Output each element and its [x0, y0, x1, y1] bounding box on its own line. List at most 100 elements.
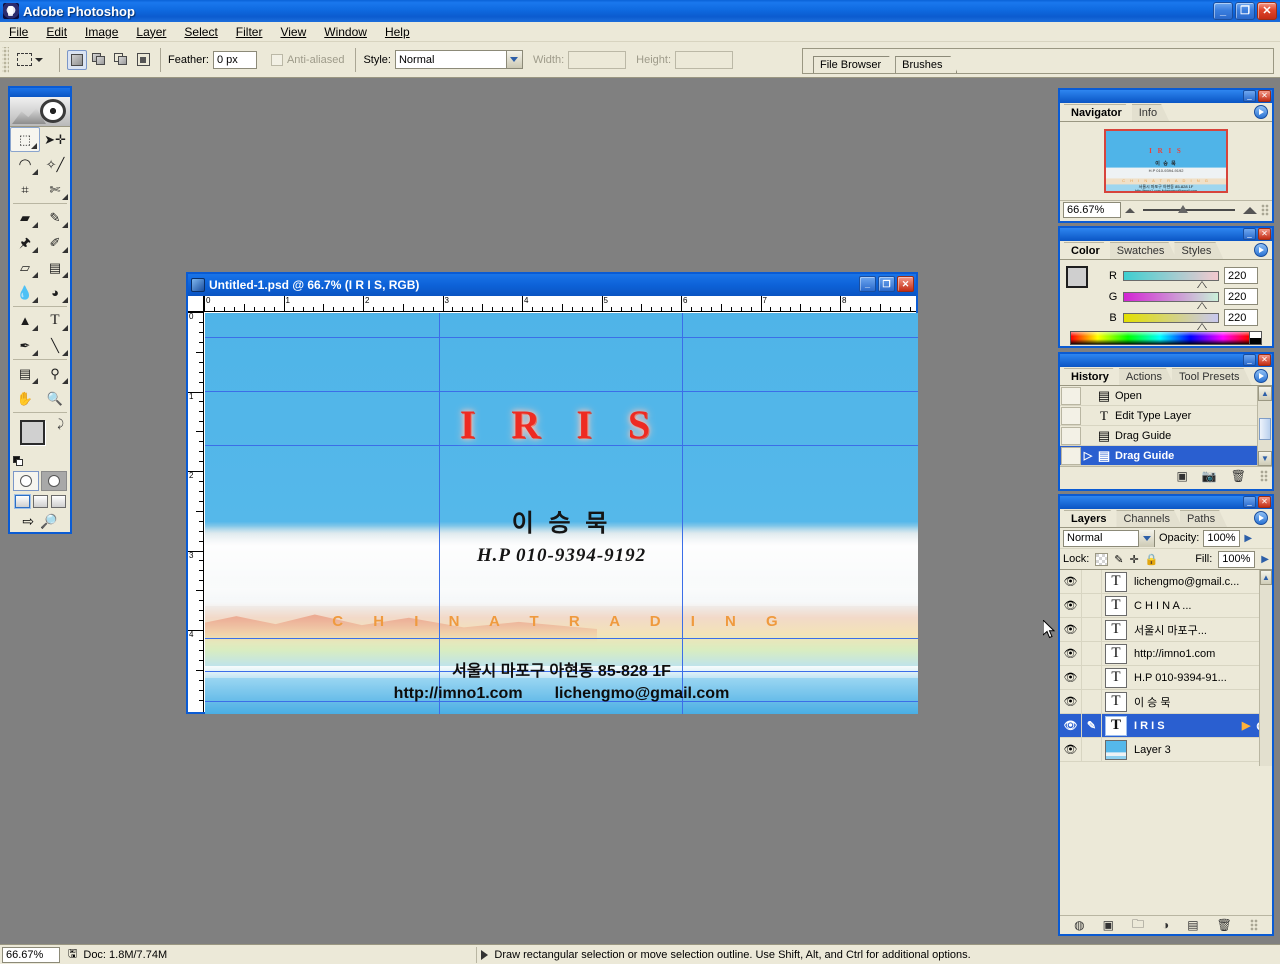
well-tab-brushes[interactable]: Brushes — [895, 56, 957, 73]
layer-link-toggle[interactable] — [1082, 618, 1102, 641]
menu-window[interactable]: Window — [315, 23, 376, 41]
lock-all-icon[interactable]: 🔒 — [1145, 553, 1159, 566]
tab-styles[interactable]: Styles — [1174, 242, 1223, 259]
slider-g[interactable] — [1123, 291, 1219, 309]
new-selection-button[interactable] — [67, 49, 87, 70]
zoom-out-icon[interactable] — [1125, 207, 1135, 213]
tool-clone-stamp[interactable]: 🖈 — [10, 230, 40, 255]
layer-row[interactable]: 👁 T lichengmo@gmail.c... — [1060, 570, 1272, 594]
tool-history-brush[interactable]: ✐ — [40, 230, 70, 255]
channel-value-b[interactable]: 220 — [1224, 309, 1258, 326]
layers-titlebar[interactable]: _ ✕ — [1060, 496, 1272, 509]
layer-link-toggle[interactable] — [1082, 666, 1102, 689]
layer-row-selected[interactable]: 👁 ✎ T I R I S ▶ ◍ — [1060, 714, 1272, 738]
opacity-flyout-icon[interactable]: ▶ — [1244, 533, 1252, 544]
history-menu-icon[interactable] — [1254, 369, 1268, 383]
new-group-icon[interactable]: 🗀 — [1132, 915, 1144, 936]
add-to-selection-button[interactable] — [89, 50, 109, 70]
tool-brush[interactable]: ✎ — [40, 205, 70, 230]
zoom-slider-knob[interactable] — [1177, 205, 1188, 213]
history-close-button[interactable]: ✕ — [1258, 354, 1271, 366]
layer-link-toggle[interactable] — [1082, 738, 1102, 761]
scroll-up-icon[interactable]: ▲ — [1258, 386, 1272, 401]
scroll-up-icon[interactable]: ▲ — [1260, 570, 1272, 585]
tool-crop[interactable]: ⌗ — [10, 177, 40, 202]
layer-row[interactable]: 👁 T 이 승 묵 — [1060, 690, 1272, 714]
white-black-swatches[interactable] — [1249, 332, 1261, 344]
fill-flyout-icon[interactable]: ▶ — [1261, 554, 1269, 565]
status-doc-info[interactable]: 🖫 Doc: 1.8M/7.74M — [68, 945, 167, 964]
slider-r[interactable] — [1123, 270, 1219, 288]
tool-type[interactable]: T — [40, 308, 70, 333]
status-zoom-input[interactable]: 66.67% — [2, 946, 60, 963]
navigator-resize-grip[interactable] — [1261, 204, 1269, 216]
horizontal-ruler[interactable]: 0 1 2 3 4 5 6 7 8 — [204, 296, 916, 312]
tool-pen[interactable]: ✒ — [10, 333, 40, 358]
color-minimize-button[interactable]: _ — [1243, 228, 1256, 240]
tool-gradient[interactable]: ▤ — [40, 255, 70, 280]
layer-row[interactable]: 👁 T H.P 010-9394-91... — [1060, 666, 1272, 690]
layer-name[interactable]: C H I N A ... — [1130, 600, 1272, 612]
document-titlebar[interactable]: Untitled-1.psd @ 66.7% (I R I S, RGB) _ … — [188, 274, 916, 296]
new-snapshot-icon[interactable]: 📷 — [1202, 469, 1217, 483]
tool-dodge[interactable]: ◕ — [40, 280, 70, 305]
layer-name[interactable]: 서울시 마포구... — [1130, 622, 1272, 638]
standard-mask-mode-button[interactable] — [13, 471, 39, 491]
layer-thumbnail-cell[interactable]: T — [1102, 667, 1130, 688]
delete-layer-icon[interactable]: 🗑 — [1217, 918, 1232, 932]
maximize-button[interactable]: ❐ — [1235, 2, 1255, 20]
tab-actions[interactable]: Actions — [1119, 368, 1174, 385]
style-select[interactable]: Normal — [394, 50, 523, 69]
tool-path-selection[interactable]: ▲ — [10, 308, 40, 333]
options-bar-grip[interactable] — [2, 46, 9, 73]
tool-line-shape[interactable]: ╲ — [40, 333, 70, 358]
layer-thumbnail-cell[interactable] — [1102, 739, 1130, 760]
layer-link-toggle[interactable] — [1082, 594, 1102, 617]
fill-input[interactable]: 100% — [1218, 550, 1256, 568]
tool-healing-brush[interactable]: ▰ — [10, 205, 40, 230]
layer-visibility-toggle[interactable]: 👁 — [1060, 666, 1082, 689]
menu-help[interactable]: Help — [376, 23, 419, 41]
ruler-corner[interactable] — [188, 296, 204, 312]
status-flyout-icon[interactable] — [481, 949, 489, 960]
quick-mask-mode-button[interactable] — [41, 471, 67, 491]
close-button[interactable]: ✕ — [1257, 2, 1277, 20]
layer-visibility-toggle[interactable]: 👁 — [1060, 642, 1082, 665]
tool-eraser[interactable]: ▱ — [10, 255, 40, 280]
tab-paths[interactable]: Paths — [1180, 510, 1227, 527]
document-close-button[interactable]: ✕ — [897, 276, 914, 292]
lock-image-icon[interactable]: ✎ — [1114, 553, 1123, 566]
navigator-titlebar[interactable]: _ ✕ — [1060, 90, 1272, 103]
tab-info[interactable]: Info — [1132, 104, 1169, 121]
full-screen-mode-button[interactable] — [50, 495, 66, 508]
tool-slice[interactable]: ✄ — [40, 177, 70, 202]
history-minimize-button[interactable]: _ — [1243, 354, 1256, 366]
layer-link-toggle[interactable] — [1082, 642, 1102, 665]
navigator-zoom-slider[interactable] — [1143, 205, 1235, 213]
lock-transparent-icon[interactable] — [1095, 552, 1109, 566]
tool-zoom[interactable]: 🔍 — [40, 386, 70, 411]
feather-input[interactable]: 0 px — [212, 50, 257, 69]
layer-name[interactable]: http://imno1.com — [1130, 648, 1272, 660]
tool-hand[interactable]: ✋ — [10, 386, 40, 411]
layer-effects-expand-icon[interactable]: ▶ — [1242, 719, 1250, 732]
swap-colors-icon[interactable]: ⤸ — [57, 418, 64, 431]
subtract-from-selection-button[interactable] — [111, 50, 131, 70]
document-maximize-button[interactable]: ❐ — [878, 276, 895, 292]
zoom-in-icon[interactable] — [1243, 206, 1257, 214]
tab-tool-presets[interactable]: Tool Presets — [1172, 368, 1252, 385]
navigator-close-button[interactable]: ✕ — [1258, 90, 1271, 102]
link-styles-icon[interactable]: ◍ — [1074, 918, 1084, 932]
scroll-thumb[interactable] — [1259, 418, 1271, 440]
history-snapshot-toggle[interactable] — [1061, 446, 1081, 465]
full-screen-with-menubar-button[interactable] — [32, 495, 48, 508]
menu-filter[interactable]: Filter — [227, 23, 272, 41]
layers-resize-grip[interactable] — [1249, 919, 1258, 931]
layer-visibility-toggle[interactable]: 👁 — [1060, 690, 1082, 713]
channel-value-r[interactable]: 220 — [1224, 267, 1258, 284]
tool-move[interactable]: ➤✛ — [40, 127, 70, 152]
height-input[interactable] — [675, 50, 734, 69]
history-snapshot-toggle[interactable] — [1061, 426, 1081, 445]
layer-row[interactable]: 👁 T 서울시 마포구... — [1060, 618, 1272, 642]
color-menu-icon[interactable] — [1254, 243, 1268, 257]
